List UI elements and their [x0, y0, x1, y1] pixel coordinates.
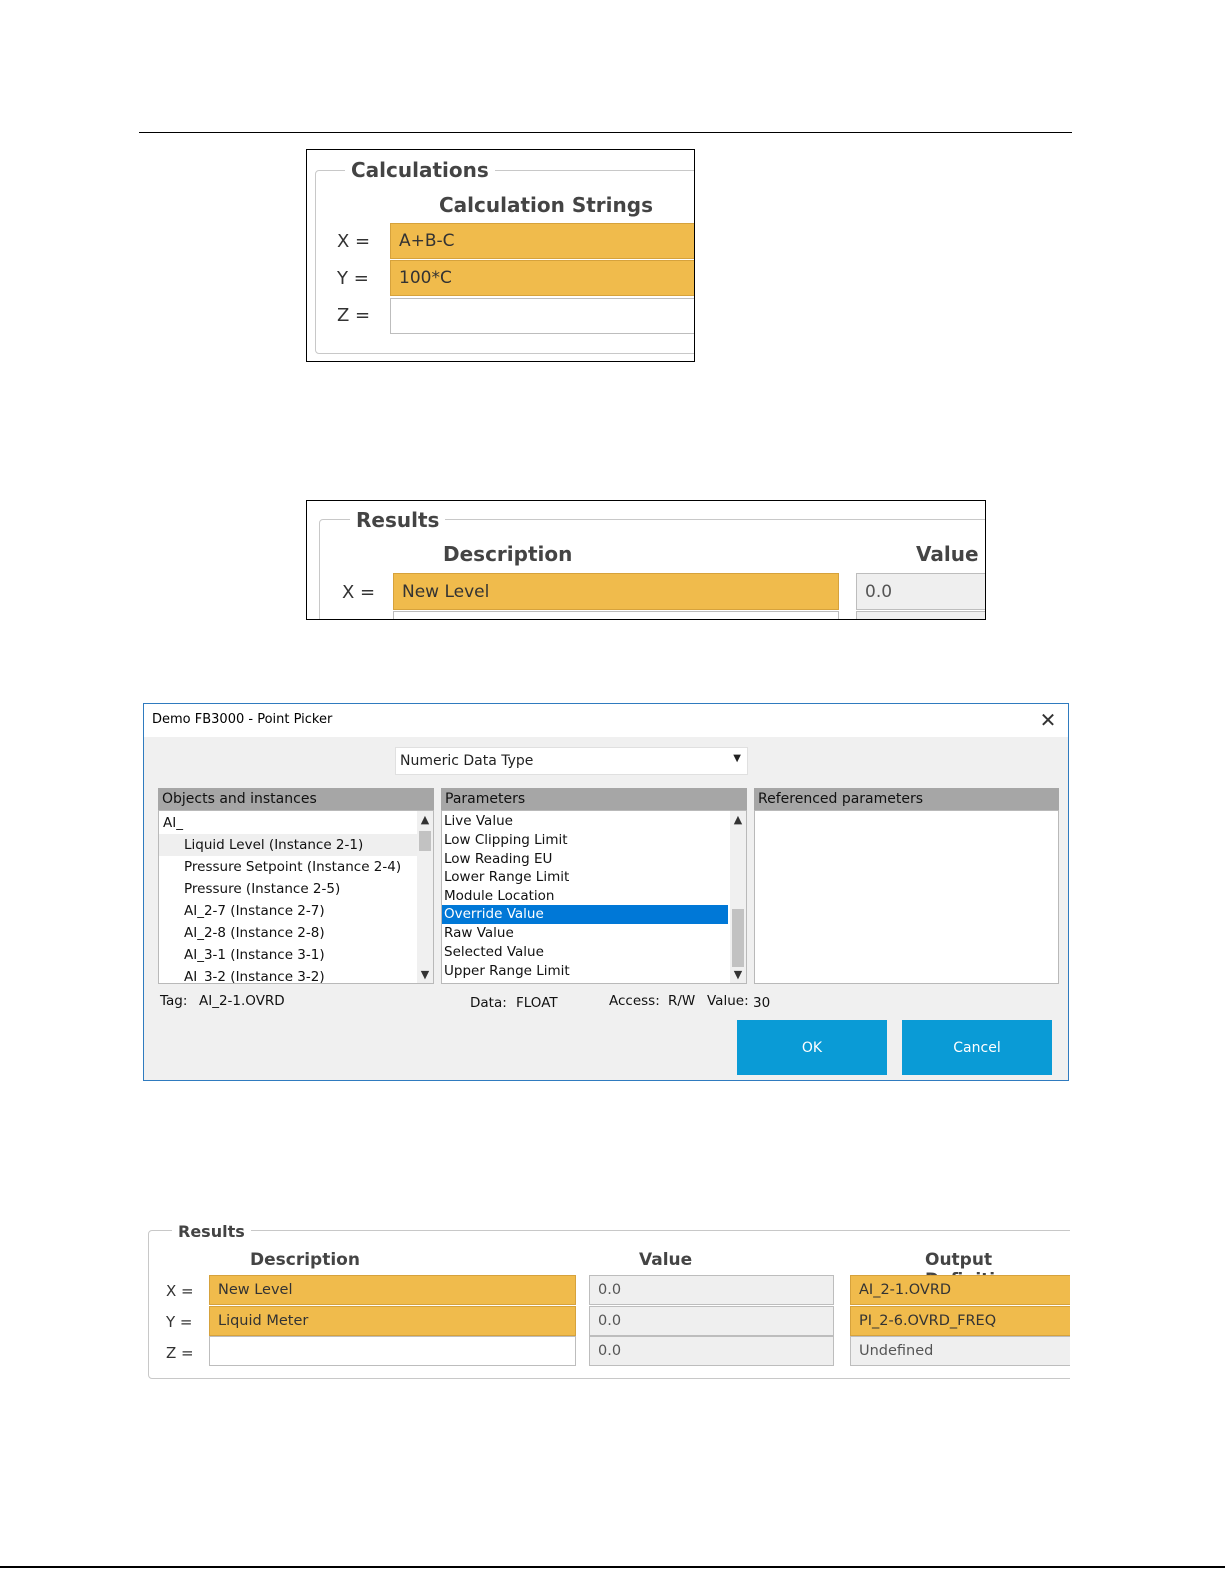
objects-header: Objects and instances — [158, 788, 434, 810]
calculation-strings-header: Calculation Strings — [439, 193, 653, 217]
parameters-scrollbar[interactable]: ▲ ▼ — [730, 811, 746, 983]
results-full-description-header: Description — [250, 1250, 360, 1270]
referenced-parameters-header: Referenced parameters — [754, 788, 1059, 810]
data-type-dropdown[interactable]: Numeric Data Type ▼ — [395, 747, 748, 775]
access-label: Access: — [609, 993, 660, 1009]
results-partial-screenshot: Results Description Value X = New Level … — [306, 500, 986, 620]
list-item[interactable]: Low Reading EU — [444, 851, 552, 867]
referenced-parameters-list[interactable] — [754, 810, 1059, 984]
calc-z-input[interactable] — [390, 298, 694, 334]
calc-y-label: Y = — [337, 268, 369, 289]
parameters-scroll-thumb[interactable] — [732, 909, 744, 967]
results-x-output[interactable]: AI_2-1.OVRD — [850, 1275, 1070, 1305]
list-item[interactable]: AI_2-7 (Instance 2-7) — [184, 903, 325, 919]
list-item[interactable]: Selected Value — [444, 944, 544, 960]
calc-x-label: X = — [337, 231, 371, 252]
results-z-label: Z = — [166, 1344, 194, 1362]
objects-list[interactable]: AI_ Liquid Level (Instance 2-1) Pressure… — [158, 810, 434, 984]
list-item[interactable]: Low Clipping Limit — [444, 832, 568, 848]
results-y-description[interactable]: Liquid Meter — [209, 1306, 576, 1336]
objects-scrollbar[interactable]: ▲ ▼ — [417, 811, 433, 983]
list-item[interactable]: AI_3-1 (Instance 3-1) — [184, 947, 325, 963]
results-partial-value-header: Value — [916, 542, 979, 566]
results-y-output[interactable]: PI_2-6.OVRD_FREQ — [850, 1306, 1070, 1336]
page-bottom-rule — [0, 1566, 1225, 1568]
list-item[interactable]: Lower Range Limit — [444, 869, 569, 885]
data-label: Data: — [470, 995, 507, 1011]
results-partial-x-label: X = — [342, 582, 376, 603]
tag-value: AI_2-1.OVRD — [199, 993, 285, 1009]
results-full-value-header: Value — [639, 1250, 693, 1270]
list-item[interactable]: Pressure Setpoint (Instance 2-4) — [184, 859, 401, 875]
value-label: Value: — [707, 993, 749, 1009]
list-item[interactable]: AI_3-2 (Instance 3-2) — [184, 969, 325, 983]
list-item[interactable]: Live Value — [444, 813, 513, 829]
results-partial-y-description[interactable] — [393, 611, 839, 619]
calculations-legend: Calculations — [345, 158, 495, 182]
chevron-down-icon[interactable]: ▼ — [730, 968, 746, 981]
results-partial-legend: Results — [350, 508, 446, 532]
access-value: R/W — [668, 993, 696, 1009]
list-item[interactable]: AI_ — [163, 815, 183, 831]
list-item-selected[interactable]: Override Value — [442, 905, 728, 924]
list-item[interactable]: Raw Value — [444, 925, 514, 941]
results-full-screenshot: Results Description Value Output Definit… — [140, 1215, 1070, 1385]
results-y-label: Y = — [166, 1313, 193, 1331]
value-value: 30 — [753, 995, 771, 1011]
chevron-up-icon[interactable]: ▲ — [730, 813, 746, 826]
point-picker-dialog: Demo FB3000 - Point Picker ✕ Numeric Dat… — [143, 703, 1069, 1081]
results-z-description[interactable] — [209, 1336, 576, 1366]
chevron-down-icon[interactable]: ▼ — [417, 968, 433, 981]
dialog-title: Demo FB3000 - Point Picker — [152, 712, 333, 727]
chevron-down-icon: ▼ — [733, 753, 741, 764]
calc-x-input[interactable]: A+B-C — [390, 223, 694, 259]
results-partial-description-header: Description — [443, 542, 573, 566]
calculations-screenshot: Calculations Calculation Strings X = A+B… — [306, 149, 695, 362]
results-z-output[interactable]: Undefined — [850, 1336, 1070, 1366]
objects-scroll-thumb[interactable] — [419, 831, 431, 851]
parameters-header: Parameters — [441, 788, 747, 810]
list-item[interactable]: Pressure (Instance 2-5) — [184, 881, 340, 897]
parameters-list[interactable]: Live Value Low Clipping Limit Low Readin… — [441, 810, 747, 984]
results-x-description[interactable]: New Level — [209, 1275, 576, 1305]
results-partial-y-value — [856, 611, 985, 619]
results-y-value: 0.0 — [589, 1306, 834, 1336]
chevron-up-icon[interactable]: ▲ — [417, 813, 433, 826]
results-partial-x-description[interactable]: New Level — [393, 573, 839, 610]
results-partial-x-value: 0.0 — [856, 573, 985, 610]
calc-z-label: Z = — [337, 305, 371, 326]
results-x-label: X = — [166, 1282, 194, 1300]
tag-label: Tag: — [160, 993, 188, 1009]
page-top-rule — [139, 132, 1072, 133]
data-value: FLOAT — [516, 995, 558, 1011]
data-type-dropdown-value: Numeric Data Type — [400, 753, 534, 769]
cancel-button[interactable]: Cancel — [902, 1020, 1052, 1075]
results-x-value: 0.0 — [589, 1275, 834, 1305]
list-item[interactable]: AI_2-8 (Instance 2-8) — [184, 925, 325, 941]
list-item[interactable]: Module Location — [444, 888, 554, 904]
results-z-value: 0.0 — [589, 1336, 834, 1366]
results-full-legend: Results — [172, 1222, 251, 1241]
ok-button[interactable]: OK — [737, 1020, 887, 1075]
calc-y-input[interactable]: 100*C — [390, 260, 694, 296]
list-item-selected[interactable]: Liquid Level (Instance 2-1) — [159, 834, 417, 856]
close-icon[interactable]: ✕ — [1036, 708, 1060, 732]
dialog-titlebar: Demo FB3000 - Point Picker ✕ — [144, 704, 1068, 737]
list-item[interactable]: Upper Range Limit — [444, 963, 570, 979]
